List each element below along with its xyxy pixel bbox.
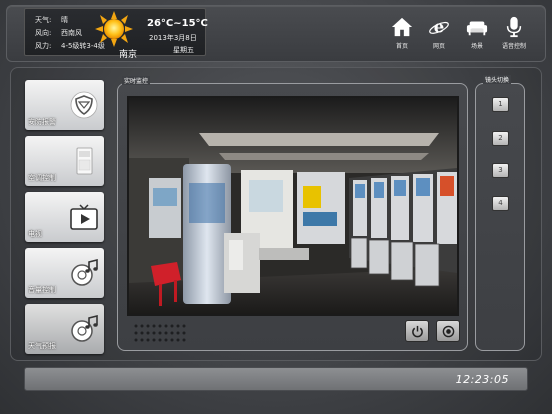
speaker-grille-icon [134, 324, 186, 342]
weekday: 星期五 [173, 46, 194, 54]
clock-time: 12:23:05 [455, 373, 509, 386]
nav-scene-button[interactable]: 场景 [461, 16, 493, 54]
city: 南京 [119, 50, 138, 60]
power-button[interactable] [405, 320, 429, 342]
camera-switch-panel [475, 83, 525, 351]
wind-direction-value: 西南风 [61, 29, 82, 37]
microphone-icon [506, 16, 522, 38]
camera-switch-title: 镜头切换 [483, 75, 512, 84]
nav-label: 场景 [470, 43, 483, 50]
home-icon [391, 17, 413, 37]
menu-volume-control[interactable]: 音量控制 [25, 248, 104, 298]
weather-value: 晴 [61, 16, 68, 24]
nav-home-button[interactable]: 首页 [386, 16, 418, 54]
air-conditioner-icon [76, 147, 93, 175]
record-button[interactable] [436, 320, 460, 342]
weather-row: 天气: 晴 [35, 15, 68, 25]
music-icon [71, 315, 98, 342]
wind-direction-key: 风向: [35, 29, 52, 37]
menu-label: 音量控制 [28, 286, 56, 294]
tv-icon [70, 204, 98, 230]
weather-row: 风向: 西南风 [35, 28, 82, 38]
menu-weather-forecast[interactable]: 天气预报 [25, 304, 104, 354]
video-frame-image [129, 98, 457, 314]
date: 2013年3月8日 [149, 34, 197, 42]
menu-label: 安防报警 [28, 118, 56, 126]
monitor-title: 实时监控 [122, 76, 151, 85]
weather-widget: 天气: 晴 风向: 西南风 风力: 4-5级转3-4级 26°C~15°C 2013年… [24, 8, 208, 60]
menu-label: 天气预报 [28, 342, 56, 350]
music-icon [71, 259, 98, 286]
menu-air-conditioner[interactable]: 空调控制 [25, 136, 104, 186]
camera-3-button[interactable]: 3 [492, 163, 509, 178]
svg-text:e: e [434, 18, 445, 37]
record-icon [442, 325, 455, 338]
menu-tv[interactable]: 电视 [25, 192, 104, 242]
nav-voice-button[interactable]: 语音控制 [498, 16, 530, 54]
wind-force-key: 风力: [35, 42, 52, 50]
nav-label: 首页 [395, 43, 408, 50]
camera-2-button[interactable]: 2 [492, 131, 509, 146]
nav-web-button[interactable]: e 网页 [423, 16, 455, 54]
power-icon [412, 325, 423, 338]
sofa-icon [466, 21, 488, 36]
browser-icon: e [429, 18, 449, 37]
weather-key: 天气: [35, 16, 52, 24]
status-bar: 12:23:05 [24, 367, 528, 391]
nav-label: 语音控制 [501, 43, 526, 50]
nav-label: 网页 [432, 43, 445, 50]
temperature: 26°C~15°C [147, 18, 208, 29]
shield-icon [70, 91, 98, 119]
menu-label: 空调控制 [28, 174, 56, 182]
menu-label: 电视 [28, 230, 42, 238]
camera-1-button[interactable]: 1 [492, 97, 509, 112]
menu-security-alarm[interactable]: 安防报警 [25, 80, 104, 130]
sun-icon [95, 11, 133, 47]
camera-4-button[interactable]: 4 [492, 196, 509, 211]
camera-video-feed[interactable] [127, 96, 459, 316]
